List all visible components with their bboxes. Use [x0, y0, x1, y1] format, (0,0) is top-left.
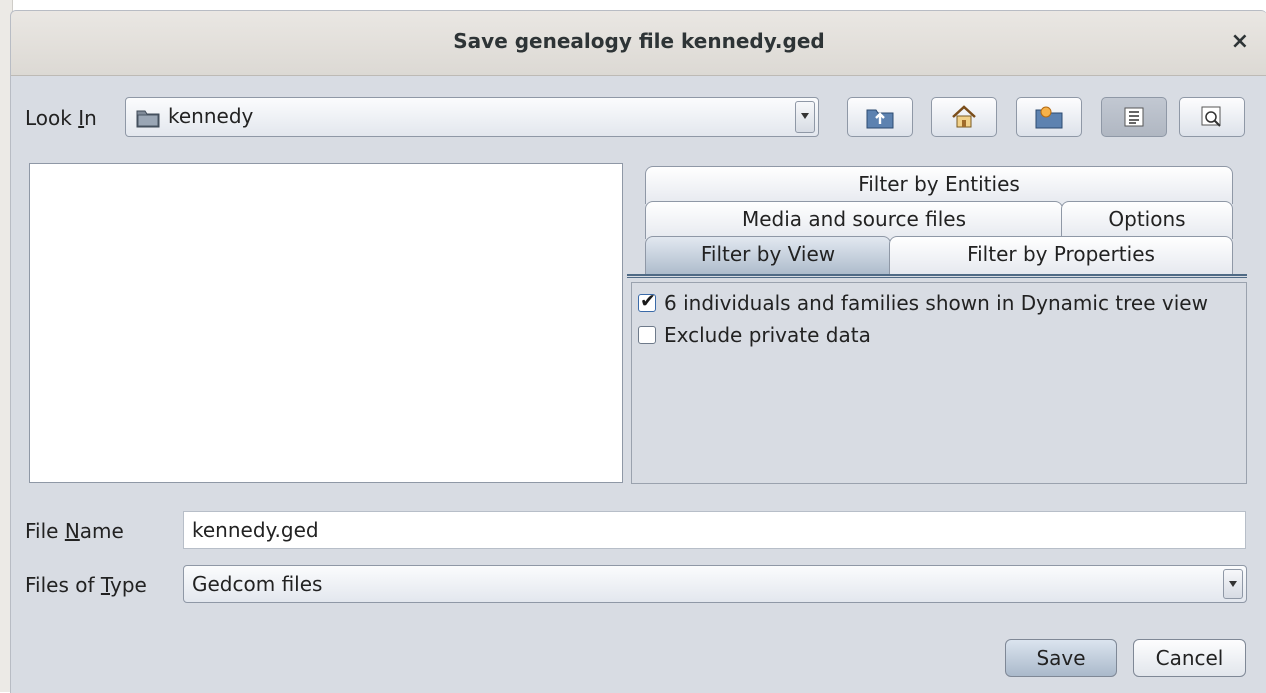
details-view-button[interactable]: [1179, 97, 1245, 137]
checkbox-row-shown-in-tree-view[interactable]: 6 individuals and families shown in Dyna…: [638, 290, 1208, 315]
checkbox-label: 6 individuals and families shown in Dyna…: [664, 291, 1208, 315]
create-new-folder-button[interactable]: [1016, 97, 1082, 137]
list-view-button[interactable]: [1101, 97, 1167, 137]
title-bar: Save genealogy file kennedy.ged ×: [11, 11, 1266, 76]
file-name-value: kennedy.ged: [192, 518, 319, 542]
save-button[interactable]: Save: [1005, 639, 1117, 677]
file-list[interactable]: [29, 163, 623, 483]
filter-by-view-panel: 6 individuals and families shown in Dyna…: [631, 282, 1247, 484]
checkbox-unchecked[interactable]: [638, 326, 656, 344]
tab-filter-by-entities[interactable]: Filter by Entities: [645, 166, 1233, 204]
up-one-level-button[interactable]: [847, 97, 913, 137]
file-type-combo[interactable]: Gedcom files: [183, 565, 1247, 603]
file-type-value: Gedcom files: [192, 572, 323, 596]
chevron-down-icon[interactable]: [1223, 569, 1243, 599]
cancel-button[interactable]: Cancel: [1133, 639, 1246, 677]
checkbox-checked[interactable]: [638, 290, 656, 312]
home-button[interactable]: [931, 97, 997, 137]
look-in-label: Look In: [25, 106, 97, 130]
tab-filter-by-view[interactable]: Filter by View: [645, 236, 891, 274]
close-button[interactable]: ×: [1231, 29, 1249, 54]
dialog-title: Save genealogy file kennedy.ged: [453, 29, 825, 53]
checkbox-row-exclude-private[interactable]: Exclude private data: [638, 323, 871, 347]
tab-options[interactable]: Options: [1061, 201, 1233, 239]
file-type-label: Files of Type: [25, 573, 147, 597]
file-name-label: File Name: [25, 519, 124, 543]
folder-icon: [136, 108, 160, 133]
chevron-down-icon[interactable]: [795, 101, 815, 133]
tab-divider: [627, 274, 1247, 278]
tab-media-and-source-files[interactable]: Media and source files: [645, 201, 1063, 239]
checkbox-label: Exclude private data: [664, 323, 871, 347]
file-name-input[interactable]: kennedy.ged: [183, 511, 1246, 549]
look-in-value: kennedy: [168, 104, 254, 128]
save-dialog: Save genealogy file kennedy.ged × Look I…: [10, 10, 1266, 693]
tab-filter-by-properties[interactable]: Filter by Properties: [889, 236, 1233, 274]
look-in-combo[interactable]: kennedy: [125, 97, 819, 137]
